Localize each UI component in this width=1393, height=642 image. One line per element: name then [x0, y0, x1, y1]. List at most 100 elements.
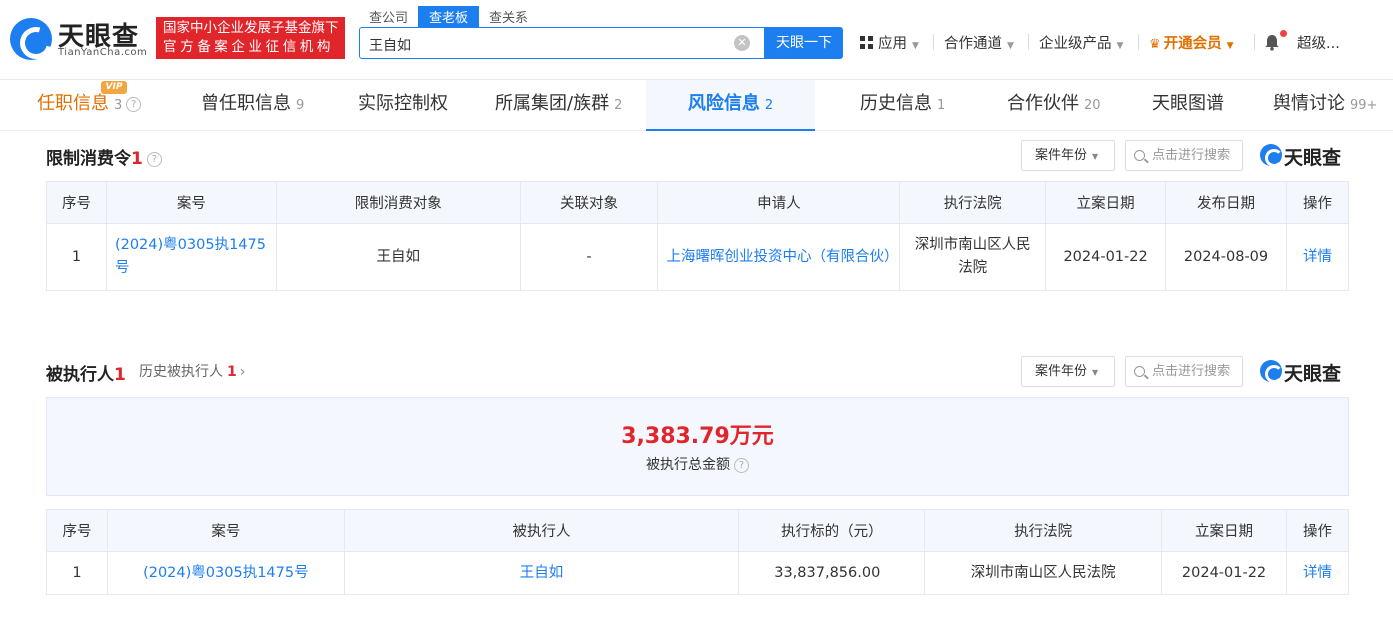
search-icon [1134, 366, 1145, 377]
tab-current-positions[interactable]: 任职信息 3? VIP [37, 80, 141, 131]
col-header: 执行标的（元） [739, 510, 925, 552]
col-header: 申请人 [658, 182, 900, 224]
tab-partners[interactable]: 合作伙伴 20 [1007, 80, 1101, 131]
executed-title: 被执行人1 [46, 360, 126, 385]
year-filter-dropdown[interactable]: 案件年份▼ [1021, 140, 1115, 171]
table-row: 1 (2024)粤0305执1475号 王自如 - 上海曙晖创业投资中心（有限合… [47, 224, 1349, 291]
cell-filed-date: 2024-01-22 [1162, 552, 1287, 595]
tab-risk[interactable]: 风险信息2 [646, 80, 815, 131]
help-icon[interactable]: ? [734, 458, 749, 473]
search-tab-boss[interactable]: 查老板 [418, 6, 479, 27]
search-input-value: 王自如 [369, 35, 411, 55]
cell-amount: 33,837,856.00 [739, 552, 925, 595]
nav-enterprise-label: 企业级产品 [1039, 36, 1112, 52]
total-label-text: 被执行总金额 [646, 457, 730, 473]
table-header-row: 序号 案号 被执行人 执行标的（元） 执行法院 立案日期 操作 [47, 510, 1349, 552]
chevron-right-icon: › [240, 364, 246, 380]
tab-graph[interactable]: 天眼图谱 [1152, 80, 1224, 131]
tab-label: 舆情讨论 [1273, 93, 1345, 114]
official-badge[interactable]: 国家中小企业发展子基金旗下 官方备案企业征信机构 [156, 17, 345, 59]
tab-former-positions[interactable]: 曾任职信息 9 [201, 80, 304, 131]
nav-partner[interactable]: 合作通道▼ [944, 32, 1014, 53]
cell-court: 深圳市南山区人民法院 [925, 552, 1162, 595]
case-number-link[interactable]: (2024)粤0305执1475号 [107, 552, 344, 595]
section-search-input[interactable]: 点击进行搜索 [1125, 356, 1243, 387]
nav-divider [1138, 34, 1139, 50]
profile-tabs: 任职信息 3? VIP 曾任职信息 9 实际控制权 所属集团/族群2 风险信息2 历… [0, 80, 1393, 131]
tab-count: 20 [1084, 98, 1101, 113]
restriction-title: 限制消费令1? [46, 144, 162, 169]
detail-link[interactable]: 详情 [1287, 552, 1349, 595]
total-amount: 3,383.79万元 [47, 418, 1348, 450]
col-header: 序号 [47, 510, 108, 552]
logo-icon [10, 18, 52, 60]
detail-link[interactable]: 详情 [1286, 224, 1348, 291]
badge-line2: 官方备案企业征信机构 [163, 38, 338, 57]
grid-icon [860, 36, 873, 49]
nav-apps-label: 应用 [878, 36, 907, 52]
col-header: 执行法院 [900, 182, 1046, 224]
search-icon [1134, 150, 1145, 161]
help-icon[interactable]: ? [147, 152, 162, 167]
tab-opinion[interactable]: 舆情讨论 99+ [1273, 80, 1377, 131]
search-placeholder: 点击进行搜索 [1152, 364, 1230, 379]
tab-label: 曾任职信息 [201, 93, 291, 114]
site-logo[interactable]: 天眼查 TianYanCha.com [10, 14, 150, 62]
clear-icon[interactable]: ✕ [734, 35, 750, 51]
search-tab-relation[interactable]: 查关系 [489, 7, 528, 26]
executed-person-link[interactable]: 王自如 [344, 552, 739, 595]
col-header: 案号 [106, 182, 276, 224]
nav-enterprise[interactable]: 企业级产品 ▼ [1039, 32, 1123, 53]
top-header: 天眼查 TianYanCha.com 国家中小企业发展子基金旗下 官方备案企业征… [0, 0, 1393, 80]
tab-history[interactable]: 历史信息1 [860, 80, 945, 131]
executed-table: 序号 案号 被执行人 执行标的（元） 执行法院 立案日期 操作 1 (2024)… [46, 509, 1349, 595]
caret-down-icon: ▼ [1117, 41, 1124, 51]
tab-count: 9 [296, 98, 304, 113]
history-executed-link[interactable]: 历史被执行人1› [139, 361, 245, 381]
bell-icon[interactable] [1263, 33, 1281, 51]
tianyancha-watermark: 天眼查 [1260, 143, 1350, 167]
year-filter-dropdown[interactable]: 案件年份 ▼ [1021, 356, 1115, 387]
caret-down-icon: ▼ [1092, 368, 1098, 377]
nav-user[interactable]: 超级... [1297, 32, 1340, 53]
table-header-row: 序号 案号 限制消费对象 关联对象 申请人 执行法院 立案日期 发布日期 操作 [47, 182, 1349, 224]
tab-label: 所属集团/族群 [495, 93, 609, 114]
tab-label: 风险信息 [688, 93, 760, 114]
case-number-link[interactable]: (2024)粤0305执1475号 [106, 224, 276, 291]
applicant-link[interactable]: 上海曙晖创业投资中心（有限合伙） [658, 224, 900, 291]
section-count: 1 [114, 365, 126, 385]
cell-related: - [520, 224, 658, 291]
tab-count: 3 [114, 98, 122, 113]
nav-vip[interactable]: ♛开通会员▼ [1149, 32, 1234, 53]
section-title-text: 限制消费令 [46, 149, 131, 169]
nav-partner-label: 合作通道 [944, 36, 1002, 52]
section-count: 1 [131, 149, 143, 169]
tab-control[interactable]: 实际控制权 [358, 80, 448, 131]
tab-group[interactable]: 所属集团/族群2 [495, 80, 622, 131]
executed-summary-panel: 3,383.79万元 被执行总金额? [46, 397, 1349, 496]
tab-count: 99+ [1350, 98, 1377, 113]
cell-filed-date: 2024-01-22 [1046, 224, 1166, 291]
search-button[interactable]: 天眼一下 [765, 27, 843, 59]
col-header: 被执行人 [344, 510, 739, 552]
col-header: 序号 [47, 182, 107, 224]
history-label: 历史被执行人 [139, 364, 223, 380]
cell-court: 深圳市南山区人民法院 [900, 224, 1046, 291]
nav-divider [933, 34, 934, 50]
watermark-text: 天眼查 [1284, 143, 1341, 170]
cell-index: 1 [47, 552, 108, 595]
section-search-input[interactable]: 点击进行搜索 [1125, 140, 1243, 171]
vip-badge: VIP [101, 81, 127, 94]
help-icon[interactable]: ? [126, 97, 141, 112]
badge-line1: 国家中小企业发展子基金旗下 [163, 19, 338, 38]
cell-published-date: 2024-08-09 [1166, 224, 1287, 291]
col-header: 操作 [1287, 510, 1349, 552]
nav-apps[interactable]: 应用▼ [860, 32, 919, 53]
logo-icon [1260, 144, 1282, 166]
tab-label: 任职信息 [37, 93, 109, 114]
tab-count: 1 [937, 98, 945, 113]
year-filter-label: 案件年份 [1035, 364, 1087, 379]
search-input[interactable]: 王自如 ✕ [359, 27, 765, 59]
search-tab-company[interactable]: 查公司 [369, 7, 408, 26]
tab-label: 合作伙伴 [1007, 93, 1079, 114]
